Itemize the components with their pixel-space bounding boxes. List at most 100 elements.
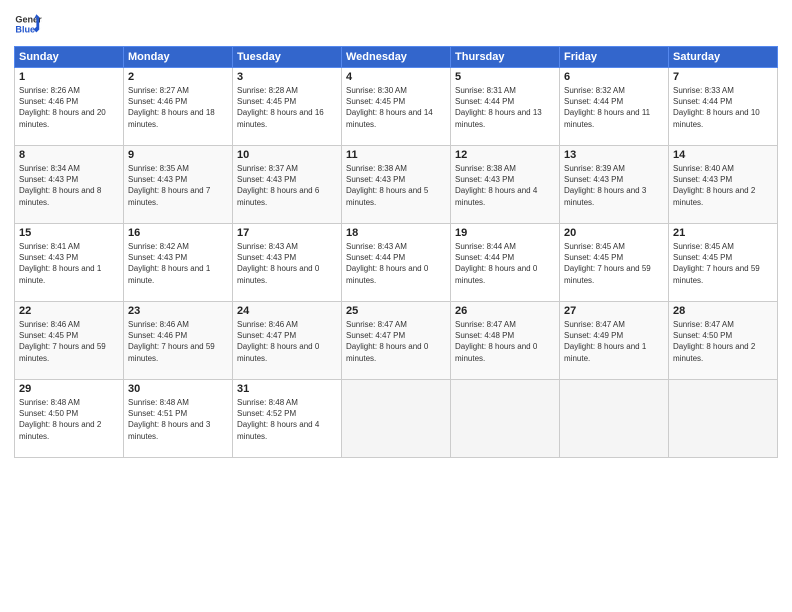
calendar-cell: 9Sunrise: 8:35 AMSunset: 4:43 PMDaylight… bbox=[124, 146, 233, 224]
calendar-header-saturday: Saturday bbox=[669, 47, 778, 68]
calendar-cell: 25 Sunrise: 8:47 AMSunset: 4:47 PMDayligh… bbox=[342, 302, 451, 380]
generalblue-logo-icon: General Blue bbox=[14, 10, 42, 38]
calendar-cell: 7 Sunrise: 8:33 AMSunset: 4:44 PMDaylight… bbox=[669, 68, 778, 146]
day-number: 25 bbox=[346, 305, 446, 317]
day-number: 19 bbox=[455, 227, 555, 239]
day-info: Sunrise: 8:47 AMSunset: 4:48 PMDaylight:… bbox=[455, 319, 555, 364]
calendar-header-sunday: Sunday bbox=[15, 47, 124, 68]
calendar-week-5: 29 Sunrise: 8:48 AMSunset: 4:50 PMDayligh… bbox=[15, 380, 778, 458]
calendar-cell: 22Sunrise: 8:46 AMSunset: 4:45 PMDayligh… bbox=[15, 302, 124, 380]
day-number: 29 bbox=[19, 383, 119, 395]
day-info: Sunrise: 8:47 AMSunset: 4:47 PMDaylight:… bbox=[346, 319, 446, 364]
calendar-cell: 17 Sunrise: 8:43 AMSunset: 4:43 PMDayligh… bbox=[233, 224, 342, 302]
day-info: Sunrise: 8:37 AMSunset: 4:43 PMDaylight:… bbox=[237, 163, 337, 208]
day-info: Sunrise: 8:34 AMSunset: 4:43 PMDaylight:… bbox=[19, 163, 119, 208]
svg-text:Blue: Blue bbox=[15, 24, 35, 34]
day-number: 21 bbox=[673, 227, 773, 239]
day-info: Sunrise: 8:32 AMSunset: 4:44 PMDaylight:… bbox=[564, 85, 664, 130]
day-number: 16 bbox=[128, 227, 228, 239]
logo: General Blue bbox=[14, 10, 42, 38]
day-number: 15 bbox=[19, 227, 119, 239]
calendar-cell: 23 Sunrise: 8:46 AMSunset: 4:46 PMDayligh… bbox=[124, 302, 233, 380]
day-number: 12 bbox=[455, 149, 555, 161]
calendar-cell: 20 Sunrise: 8:45 AMSunset: 4:45 PMDayligh… bbox=[560, 224, 669, 302]
day-number: 7 bbox=[673, 71, 773, 83]
day-info: Sunrise: 8:38 AMSunset: 4:43 PMDaylight:… bbox=[346, 163, 446, 208]
day-info: Sunrise: 8:47 AMSunset: 4:49 PMDaylight:… bbox=[564, 319, 664, 364]
calendar-cell: 28 Sunrise: 8:47 AMSunset: 4:50 PMDayligh… bbox=[669, 302, 778, 380]
day-info: Sunrise: 8:44 AMSunset: 4:44 PMDaylight:… bbox=[455, 241, 555, 286]
day-number: 28 bbox=[673, 305, 773, 317]
day-info: Sunrise: 8:28 AMSunset: 4:45 PMDaylight:… bbox=[237, 85, 337, 130]
day-number: 6 bbox=[564, 71, 664, 83]
calendar-cell: 18 Sunrise: 8:43 AMSunset: 4:44 PMDayligh… bbox=[342, 224, 451, 302]
calendar-cell: 24Sunrise: 8:46 AMSunset: 4:47 PMDayligh… bbox=[233, 302, 342, 380]
day-number: 18 bbox=[346, 227, 446, 239]
calendar-week-3: 15 Sunrise: 8:41 AMSunset: 4:43 PMDayligh… bbox=[15, 224, 778, 302]
calendar-cell: 6 Sunrise: 8:32 AMSunset: 4:44 PMDaylight… bbox=[560, 68, 669, 146]
day-info: Sunrise: 8:48 AMSunset: 4:50 PMDaylight:… bbox=[19, 397, 119, 442]
day-info: Sunrise: 8:45 AMSunset: 4:45 PMDaylight:… bbox=[564, 241, 664, 286]
calendar-cell bbox=[451, 380, 560, 458]
calendar-week-2: 8Sunrise: 8:34 AMSunset: 4:43 PMDaylight… bbox=[15, 146, 778, 224]
calendar-header-friday: Friday bbox=[560, 47, 669, 68]
day-number: 24 bbox=[237, 305, 337, 317]
calendar-cell: 26Sunrise: 8:47 AMSunset: 4:48 PMDayligh… bbox=[451, 302, 560, 380]
calendar-cell: 14 Sunrise: 8:40 AMSunset: 4:43 PMDayligh… bbox=[669, 146, 778, 224]
calendar-week-1: 1 Sunrise: 8:26 AMSunset: 4:46 PMDaylight… bbox=[15, 68, 778, 146]
calendar-header-wednesday: Wednesday bbox=[342, 47, 451, 68]
day-info: Sunrise: 8:30 AMSunset: 4:45 PMDaylight:… bbox=[346, 85, 446, 130]
calendar-cell: 3Sunrise: 8:28 AMSunset: 4:45 PMDaylight… bbox=[233, 68, 342, 146]
day-number: 20 bbox=[564, 227, 664, 239]
calendar-cell: 29 Sunrise: 8:48 AMSunset: 4:50 PMDayligh… bbox=[15, 380, 124, 458]
calendar-header-row: SundayMondayTuesdayWednesdayThursdayFrid… bbox=[15, 47, 778, 68]
calendar-cell: 8Sunrise: 8:34 AMSunset: 4:43 PMDaylight… bbox=[15, 146, 124, 224]
day-number: 31 bbox=[237, 383, 337, 395]
calendar-cell: 11 Sunrise: 8:38 AMSunset: 4:43 PMDayligh… bbox=[342, 146, 451, 224]
calendar-cell: 19 Sunrise: 8:44 AMSunset: 4:44 PMDayligh… bbox=[451, 224, 560, 302]
day-number: 17 bbox=[237, 227, 337, 239]
day-info: Sunrise: 8:35 AMSunset: 4:43 PMDaylight:… bbox=[128, 163, 228, 208]
calendar-cell: 16 Sunrise: 8:42 AMSunset: 4:43 PMDayligh… bbox=[124, 224, 233, 302]
day-info: Sunrise: 8:43 AMSunset: 4:43 PMDaylight:… bbox=[237, 241, 337, 286]
calendar-cell: 4 Sunrise: 8:30 AMSunset: 4:45 PMDaylight… bbox=[342, 68, 451, 146]
day-number: 11 bbox=[346, 149, 446, 161]
day-number: 5 bbox=[455, 71, 555, 83]
day-number: 10 bbox=[237, 149, 337, 161]
calendar-cell: 30 Sunrise: 8:48 AMSunset: 4:51 PMDayligh… bbox=[124, 380, 233, 458]
day-info: Sunrise: 8:46 AMSunset: 4:45 PMDaylight:… bbox=[19, 319, 119, 364]
day-info: Sunrise: 8:31 AMSunset: 4:44 PMDaylight:… bbox=[455, 85, 555, 130]
day-number: 23 bbox=[128, 305, 228, 317]
day-info: Sunrise: 8:46 AMSunset: 4:46 PMDaylight:… bbox=[128, 319, 228, 364]
day-number: 4 bbox=[346, 71, 446, 83]
calendar-cell: 1 Sunrise: 8:26 AMSunset: 4:46 PMDaylight… bbox=[15, 68, 124, 146]
day-info: Sunrise: 8:43 AMSunset: 4:44 PMDaylight:… bbox=[346, 241, 446, 286]
day-number: 27 bbox=[564, 305, 664, 317]
calendar-cell: 15 Sunrise: 8:41 AMSunset: 4:43 PMDayligh… bbox=[15, 224, 124, 302]
day-info: Sunrise: 8:33 AMSunset: 4:44 PMDaylight:… bbox=[673, 85, 773, 130]
calendar-cell: 31Sunrise: 8:48 AMSunset: 4:52 PMDayligh… bbox=[233, 380, 342, 458]
calendar-header-tuesday: Tuesday bbox=[233, 47, 342, 68]
day-info: Sunrise: 8:38 AMSunset: 4:43 PMDaylight:… bbox=[455, 163, 555, 208]
day-info: Sunrise: 8:40 AMSunset: 4:43 PMDaylight:… bbox=[673, 163, 773, 208]
day-info: Sunrise: 8:48 AMSunset: 4:51 PMDaylight:… bbox=[128, 397, 228, 442]
day-number: 1 bbox=[19, 71, 119, 83]
day-info: Sunrise: 8:41 AMSunset: 4:43 PMDaylight:… bbox=[19, 241, 119, 286]
day-info: Sunrise: 8:39 AMSunset: 4:43 PMDaylight:… bbox=[564, 163, 664, 208]
calendar-cell bbox=[342, 380, 451, 458]
day-info: Sunrise: 8:42 AMSunset: 4:43 PMDaylight:… bbox=[128, 241, 228, 286]
day-info: Sunrise: 8:26 AMSunset: 4:46 PMDaylight:… bbox=[19, 85, 119, 130]
calendar-table: SundayMondayTuesdayWednesdayThursdayFrid… bbox=[14, 46, 778, 458]
day-number: 30 bbox=[128, 383, 228, 395]
calendar-cell: 5 Sunrise: 8:31 AMSunset: 4:44 PMDaylight… bbox=[451, 68, 560, 146]
day-info: Sunrise: 8:27 AMSunset: 4:46 PMDaylight:… bbox=[128, 85, 228, 130]
day-info: Sunrise: 8:47 AMSunset: 4:50 PMDaylight:… bbox=[673, 319, 773, 364]
calendar-cell: 13 Sunrise: 8:39 AMSunset: 4:43 PMDayligh… bbox=[560, 146, 669, 224]
calendar-cell bbox=[560, 380, 669, 458]
calendar-cell: 27 Sunrise: 8:47 AMSunset: 4:49 PMDayligh… bbox=[560, 302, 669, 380]
calendar-cell: 12 Sunrise: 8:38 AMSunset: 4:43 PMDayligh… bbox=[451, 146, 560, 224]
day-info: Sunrise: 8:45 AMSunset: 4:45 PMDaylight:… bbox=[673, 241, 773, 286]
day-number: 14 bbox=[673, 149, 773, 161]
calendar-cell: 2Sunrise: 8:27 AMSunset: 4:46 PMDaylight… bbox=[124, 68, 233, 146]
day-number: 13 bbox=[564, 149, 664, 161]
